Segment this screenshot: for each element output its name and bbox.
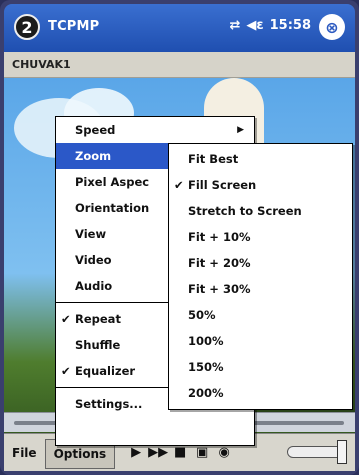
menu-item-label: Fit + 30%	[188, 282, 251, 296]
menu-item-label: Pixel Aspec	[75, 175, 150, 189]
menu-item-label: Video	[75, 253, 112, 267]
speaker-icon[interactable]: ◀ε	[246, 18, 263, 33]
zoom-item-fit-30[interactable]: Fit + 30%	[169, 276, 352, 302]
menu-item-label: 50%	[188, 308, 216, 322]
file-title: CHUVAK1	[4, 52, 355, 78]
volume-thumb[interactable]	[337, 440, 347, 464]
zoom-item-100[interactable]: 100%	[169, 328, 352, 354]
menu-item-label: View	[75, 227, 107, 241]
status-area: ⇄ ◀ε 15:58	[229, 18, 311, 33]
zoom-submenu: Fit Best ✔ Fill Screen Stretch to Screen…	[168, 143, 353, 410]
menu-item-label: Speed	[75, 123, 116, 137]
app-title: TCPMP	[48, 19, 100, 34]
connectivity-icon[interactable]: ⇄	[229, 18, 240, 33]
menu-item-label: Fill Screen	[188, 178, 257, 192]
menu-item-label: 150%	[188, 360, 224, 374]
zoom-item-200[interactable]: 200%	[169, 380, 352, 406]
menu-item-label: Repeat	[75, 312, 121, 326]
device-frame: 2 TCPMP ⇄ ◀ε 15:58 ⊗ CHUVAK1 File Option…	[0, 0, 359, 475]
zoom-item-fit-best[interactable]: Fit Best	[169, 146, 352, 172]
menu-item-label: 100%	[188, 334, 224, 348]
menu-item-label: Orientation	[75, 201, 150, 215]
zoom-item-50[interactable]: 50%	[169, 302, 352, 328]
menu-item-label: Shuffle	[75, 338, 121, 352]
menu-item-label: Settings...	[75, 397, 143, 411]
submenu-arrow-icon: ▶	[237, 125, 244, 135]
clock: 15:58	[269, 18, 311, 33]
menu-file[interactable]: File	[4, 434, 45, 471]
menu-item-label: Stretch to Screen	[188, 204, 302, 218]
step-badge: 2	[14, 14, 40, 40]
checkmark-icon: ✔	[61, 312, 71, 326]
menu-item-label: Fit Best	[188, 152, 239, 166]
menu-item-label: Audio	[75, 279, 113, 293]
checkmark-icon: ✔	[174, 178, 184, 192]
title-bar: 2 TCPMP ⇄ ◀ε 15:58 ⊗	[4, 4, 355, 52]
checkmark-icon: ✔	[61, 364, 71, 378]
zoom-item-fit-10[interactable]: Fit + 10%	[169, 224, 352, 250]
zoom-item-fill-screen[interactable]: ✔ Fill Screen	[169, 172, 352, 198]
menu-item-label: Fit + 10%	[188, 230, 251, 244]
zoom-item-fit-20[interactable]: Fit + 20%	[169, 250, 352, 276]
menu-item-label: Fit + 20%	[188, 256, 251, 270]
menu-item-label: Equalizer	[75, 364, 136, 378]
menu-item-label: 200%	[188, 386, 224, 400]
close-icon[interactable]: ⊗	[319, 14, 345, 40]
zoom-item-stretch[interactable]: Stretch to Screen	[169, 198, 352, 224]
menu-item-label: Zoom	[75, 149, 112, 163]
menu-item-speed[interactable]: Speed ▶	[56, 117, 254, 143]
zoom-item-150[interactable]: 150%	[169, 354, 352, 380]
